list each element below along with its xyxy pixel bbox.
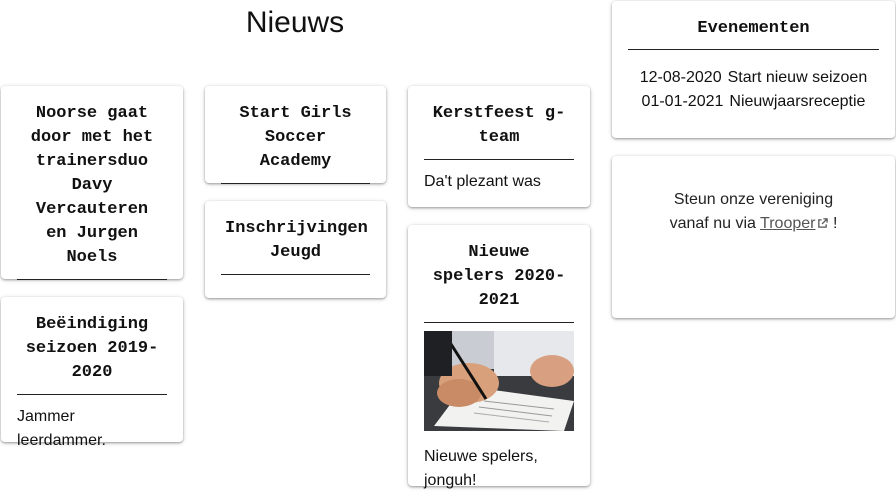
event-name: Nieuwjaarsreceptie [729, 93, 866, 110]
trooper-link-label[interactable]: Trooper [760, 215, 815, 232]
news-card-text: Jammer leerdammer. [17, 408, 106, 449]
support-card: Steun onze vereniging vanaf nu via Troop… [612, 156, 895, 318]
support-suffix: ! [832, 215, 838, 232]
news-card-title[interactable]: Nieuwe spelers 2020-2021 [424, 241, 574, 323]
news-card-title[interactable]: Kerstfeest g-team [424, 102, 574, 160]
news-card[interactable]: Start Girls Soccer Academy [205, 86, 386, 184]
support-line-1: Steun onze vereniging [673, 191, 834, 208]
events-title: Evenementen [628, 19, 879, 50]
external-link-icon [818, 218, 829, 228]
news-card-title[interactable]: Start Girls Soccer Academy [221, 102, 370, 184]
support-prefix: vanaf nu via [669, 215, 756, 232]
event-item[interactable]: 12-08-2020 Start nieuw seizoen [628, 66, 879, 90]
contract-signing-photo [424, 331, 574, 431]
support-text: Steun onze vereniging vanaf nu via Troop… [628, 188, 879, 236]
news-card-title[interactable]: Beëindiging seizoen 2019-2020 [17, 313, 167, 395]
news-card-text: Nieuwe spelers, jonguh! [424, 448, 538, 489]
event-date: 01-01-2021 [641, 93, 724, 110]
event-name: Start nieuw seizoen [727, 69, 868, 86]
news-card[interactable]: Noorse gaat door met het trainersduo Dav… [1, 86, 183, 280]
news-card-title[interactable]: Noorse gaat door met het trainersduo Dav… [17, 102, 167, 280]
news-card[interactable]: Kerstfeest g-team Da't plezant was [408, 86, 590, 207]
news-card-title[interactable]: Inschrijvingen Jeugd [221, 217, 370, 275]
trooper-link[interactable]: Trooper [760, 215, 829, 232]
events-card: Evenementen 12-08-2020 Start nieuw seizo… [612, 1, 895, 138]
news-card[interactable]: Nieuwe spelers 2020-2021 Nieuwe spelers,… [408, 225, 590, 489]
news-card-text: Da't plezant was [424, 173, 541, 190]
page-title: Nieuws [245, 6, 345, 39]
news-card[interactable]: Beëindiging seizoen 2019-2020 Jammer lee… [1, 297, 183, 449]
event-date: 12-08-2020 [639, 69, 722, 86]
event-item[interactable]: 01-01-2021 Nieuwjaarsreceptie [628, 90, 879, 114]
support-line-2: vanaf nu via Trooper ! [628, 212, 879, 236]
news-card[interactable]: Inschrijvingen Jeugd [205, 201, 386, 298]
